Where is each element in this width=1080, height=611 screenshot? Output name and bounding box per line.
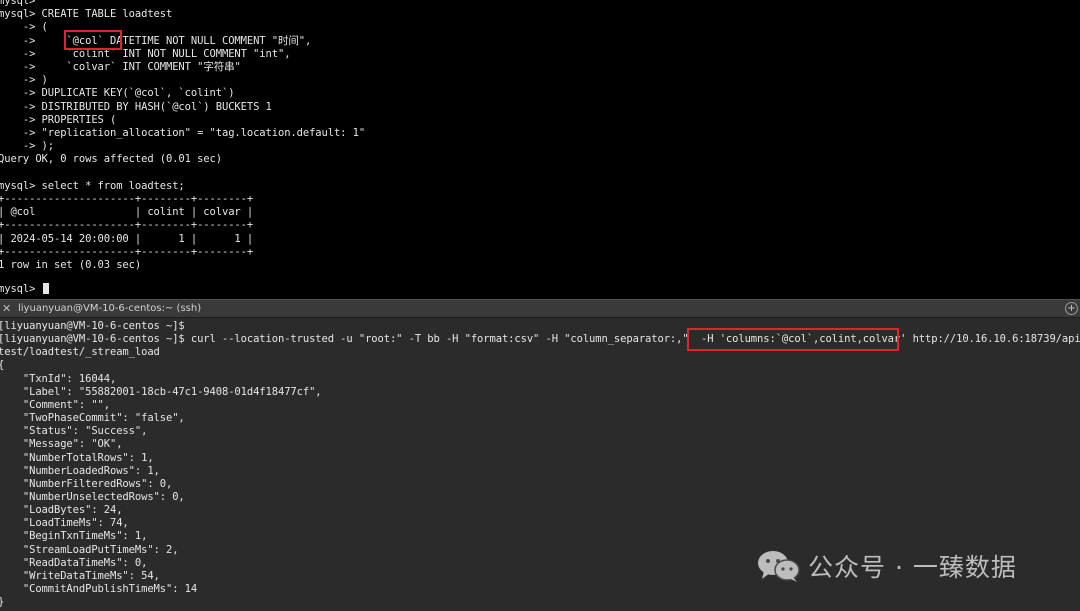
bottom-terminal-line: "LoadBytes": 24, [0, 504, 123, 517]
top-terminal-line: -> ) [0, 74, 48, 87]
top-terminal-line: 1 row in set (0.03 sec) [0, 259, 142, 271]
bottom-terminal-line: { [0, 359, 4, 372]
prompt-text: mysql> [0, 283, 42, 295]
top-terminal-line: +---------------------+--------+--------… [0, 245, 254, 258]
top-terminal-line: -> `@col` DATETIME NOT NULL COMMENT "时间"… [0, 34, 312, 47]
top-terminal-line: | @col | colint | colvar | [0, 206, 254, 219]
bottom-terminal-line: "Comment": "", [0, 398, 110, 411]
bottom-terminal-line: [liyuanyuan@VM-10-6-centos ~]$ [0, 320, 185, 332]
highlight-columns-header-box [687, 328, 899, 351]
bottom-terminal-line: "TwoPhaseCommit": "false", [0, 412, 185, 425]
bottom-terminal-line: "NumberFilteredRows": 0, [0, 477, 173, 490]
bottom-terminal-line: "TxnId": 16044, [0, 372, 117, 385]
bottom-terminal-line: "WriteDataTimeMs": 54, [0, 569, 160, 582]
terminal-prompt-line[interactable]: mysql> [0, 283, 49, 296]
wechat-icon [758, 551, 800, 582]
bottom-terminal-line: "NumberLoadedRows": 1, [0, 464, 160, 477]
top-terminal-line: mysql> CREATE TABLE loadtest [0, 8, 173, 21]
watermark: 公众号 · 一臻数据 [756, 546, 1017, 586]
bottom-terminal-line: "CommitAndPublishTimeMs": 14 [0, 583, 198, 595]
bottom-terminal-line: "LoadTimeMs": 74, [0, 517, 129, 530]
bottom-terminal-line: "Label": "55882001-18cb-47c1-9408-01d4f1… [0, 385, 322, 398]
top-terminal-line: -> DISTRIBUTED BY HASH(`@col`) BUCKETS 1 [0, 100, 272, 113]
top-terminal-line: +---------------------+--------+--------… [0, 193, 254, 205]
top-terminal-line: -> PROPERTIES ( [0, 113, 117, 126]
top-terminal-line: mysql> [0, 0, 36, 7]
top-terminal-line: -> `colvar` INT COMMENT "字符串" [0, 61, 241, 73]
bottom-terminal-line: test/loadtest/_stream_load [0, 346, 160, 359]
close-tab-icon[interactable]: ✕ [2, 301, 11, 317]
new-tab-icon[interactable]: + [1065, 302, 1078, 315]
top-terminal-line: -> `colint` INT NOT NULL COMMENT "int", [0, 47, 291, 60]
top-terminal-line: -> "replication_allocation" = "tag.locat… [0, 127, 366, 139]
bottom-terminal-line: "ReadDataTimeMs": 0, [0, 556, 148, 569]
bottom-terminal-line: "Status": "Success", [0, 425, 148, 438]
top-terminal-line: Query OK, 0 rows affected (0.01 sec) [0, 153, 222, 166]
text-cursor [42, 283, 49, 294]
bottom-terminal-line: "NumberTotalRows": 1, [0, 451, 154, 464]
bottom-terminal-line: "StreamLoadPutTimeMs": 2, [0, 543, 179, 556]
highlight-col-name-box [64, 30, 122, 50]
top-terminal-line: mysql> select * from loadtest; [0, 179, 185, 192]
top-terminal-pane[interactable]: mysql> mysql> CREATE TABLE loadtest -> ( … [0, 0, 1080, 299]
terminal-tab-bar: ✕ liyuanyuan@VM-10-6-centos:~ (ssh) + [0, 299, 1080, 318]
bottom-terminal-line: "NumberUnselectedRows": 0, [0, 490, 185, 503]
bottom-terminal-line: [liyuanyuan@VM-10-6-centos ~]$ curl --lo… [0, 333, 1080, 346]
tab-title[interactable]: liyuanyuan@VM-10-6-centos:~ (ssh) [18, 301, 201, 317]
top-terminal-line: -> ); [0, 140, 54, 153]
top-terminal-line: +---------------------+--------+--------… [0, 219, 254, 232]
bottom-terminal-line: "BeginTxnTimeMs": 1, [0, 530, 148, 543]
top-terminal-line: | 2024-05-14 20:00:00 | 1 | 1 | [0, 232, 254, 245]
bottom-terminal-line: } [0, 596, 4, 609]
top-terminal-line: -> DUPLICATE KEY(`@col`, `colint`) [0, 87, 235, 100]
bottom-terminal-line: "Message": "OK", [0, 438, 123, 451]
watermark-text: 公众号 · 一臻数据 [808, 553, 1017, 582]
top-terminal-line: -> ( [0, 21, 48, 34]
